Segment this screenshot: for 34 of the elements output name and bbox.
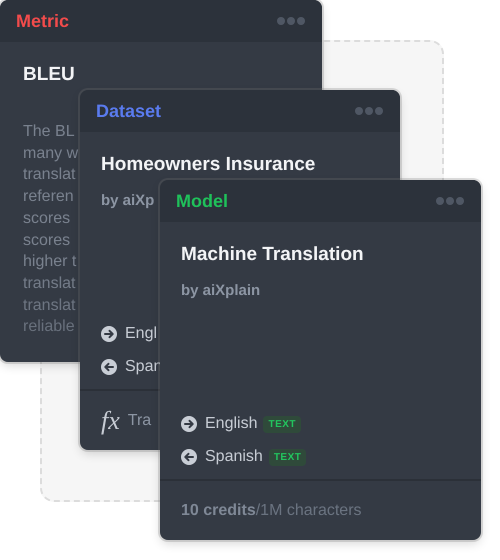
type-tag: TEXT: [263, 416, 302, 432]
more-icon[interactable]: [277, 17, 305, 25]
description-text: many w: [23, 144, 78, 164]
author-text: by aiXplain: [181, 282, 260, 299]
more-icon[interactable]: [355, 107, 383, 115]
card-title: Homeowners Insurance: [101, 153, 316, 177]
arrow-right-icon: [181, 416, 197, 432]
description-text: scores: [23, 208, 70, 229]
unit-text: /1M characters: [256, 502, 362, 520]
description-text: translat: [23, 274, 76, 294]
function-label: Tra: [128, 412, 152, 430]
card-type-label: Dataset: [96, 100, 162, 122]
author-text: by aiXp: [101, 192, 154, 209]
function-icon: fx: [101, 406, 120, 436]
arrow-left-icon: [101, 359, 117, 375]
description-text: The BL: [23, 122, 75, 142]
card-type-label: Model: [176, 190, 228, 212]
arrow-left-icon: [181, 449, 197, 465]
more-icon[interactable]: [436, 197, 464, 205]
arrow-right-icon: [101, 326, 117, 342]
description-text: translat: [23, 296, 76, 316]
card-type-label: Metric: [16, 10, 70, 32]
credits-text: 10 credits: [181, 502, 256, 520]
language-label: Engl: [125, 325, 158, 343]
description-text: scores: [23, 230, 70, 251]
type-tag: TEXT: [268, 448, 306, 466]
language-label: Spanish: [205, 448, 263, 466]
card-title: BLEU: [23, 63, 76, 87]
language-label: English: [205, 415, 258, 433]
description-text: higher t: [23, 252, 76, 272]
card-title: Machine Translation: [181, 243, 365, 267]
description-text: translat: [23, 165, 76, 186]
description-text: referen: [23, 187, 74, 208]
description-text: reliable: [23, 317, 75, 338]
